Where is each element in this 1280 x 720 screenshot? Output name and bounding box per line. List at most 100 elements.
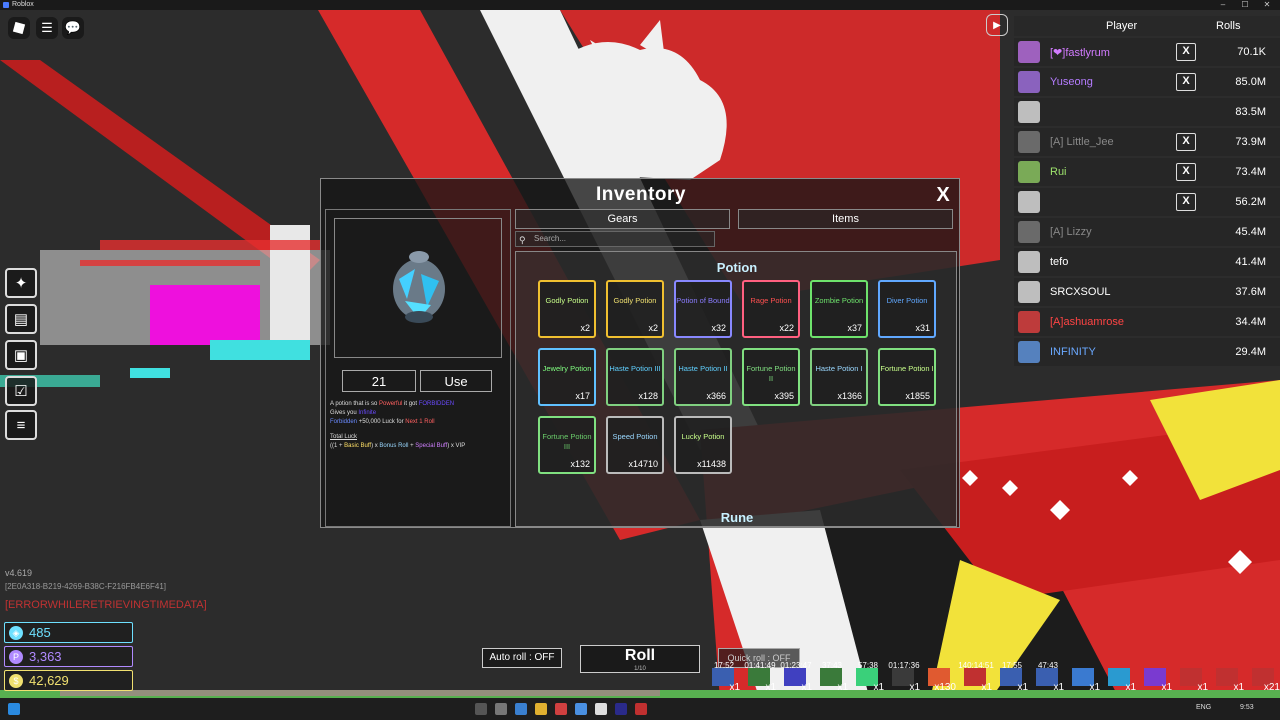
chat-button[interactable]: 💬	[62, 17, 84, 39]
buff-slot[interactable]: x1	[1210, 660, 1246, 694]
buff-multiplier: x1	[981, 682, 992, 693]
leaderboard-row[interactable]: [A] Lizzy 45.4M	[1014, 218, 1280, 246]
buff-slot[interactable]: 17:55 x1	[994, 660, 1030, 694]
potion-slot[interactable]: Haste Potion I x1366	[810, 348, 868, 406]
potion-slot[interactable]: Godly Potion x2	[538, 280, 596, 338]
buff-slot[interactable]: 01:41:49 x1	[742, 660, 778, 694]
leaderboard-row[interactable]: X 56.2M	[1014, 188, 1280, 216]
store-icon[interactable]	[575, 703, 587, 715]
quantity-input[interactable]: 21	[342, 370, 416, 392]
potion-slot[interactable]: Diver Potion x31	[878, 280, 936, 338]
currency-value: 485	[29, 625, 51, 640]
leaderboard-row[interactable]: tefo 41.4M	[1014, 248, 1280, 276]
buff-slot[interactable]: x130	[922, 660, 958, 694]
player-name: [A] Lizzy	[1050, 226, 1092, 238]
item-detail-panel: 21 Use A potion that is so Powerful it g…	[325, 209, 511, 527]
buff-timer: 47:43	[1037, 661, 1059, 670]
player-name: SRCXSOUL	[1050, 286, 1111, 298]
quests-button[interactable]: ☑	[5, 376, 37, 406]
potion-slot[interactable]: Haste Potion II x366	[674, 348, 732, 406]
potion-slot[interactable]: Zombie Potion x37	[810, 280, 868, 338]
app-taskbar-icon[interactable]	[615, 703, 627, 715]
potion-slot[interactable]: Rage Potion x22	[742, 280, 800, 338]
buff-timer: 17:52	[713, 661, 735, 670]
maximize-button[interactable]: ☐	[1234, 0, 1256, 10]
buff-slot[interactable]: x1	[1174, 660, 1210, 694]
leaderboard-row[interactable]: INFINITY 29.4M	[1014, 338, 1280, 366]
buff-slot[interactable]: 37:43 x1	[814, 660, 850, 694]
potion-slot[interactable]: Fortune Potion II x395	[742, 348, 800, 406]
search-input[interactable]: ⚲ Search...	[515, 231, 715, 247]
task-view-icon[interactable]	[495, 703, 507, 715]
buff-slot[interactable]: 57:38 x1	[850, 660, 886, 694]
search-taskbar-icon[interactable]	[475, 703, 487, 715]
buff-slot[interactable]: x21	[1246, 660, 1280, 694]
toggle-leaderboard-button[interactable]: ▶	[986, 14, 1008, 36]
leaderboard-row[interactable]: SRCXSOUL 37.6M	[1014, 278, 1280, 306]
record-taskbar-icon[interactable]	[635, 703, 647, 715]
buff-slot[interactable]: x1	[1138, 660, 1174, 694]
edge-icon[interactable]	[515, 703, 527, 715]
roll-counter: 1/10	[634, 666, 646, 672]
potion-slot[interactable]: Potion of Bound x32	[674, 280, 732, 338]
auto-roll-button[interactable]: Auto roll : OFF	[482, 648, 562, 668]
close-window-button[interactable]: ✕	[1256, 0, 1278, 10]
buff-slot[interactable]: 140:14:51 x1	[958, 660, 994, 694]
leaderboard-row[interactable]: [❤]fastlyrum X 70.1K	[1014, 38, 1280, 66]
minimize-button[interactable]: –	[1212, 0, 1234, 10]
potion-slot[interactable]: Speed Potion x14710	[606, 416, 664, 474]
potion-name: Lucky Potion	[681, 432, 725, 441]
inventory-list-panel: Gears Items ⚲ Search... Potion Godly Pot…	[515, 209, 957, 527]
buff-timer: 01:41:49	[744, 661, 776, 670]
potion-slot[interactable]: Fortune Potion III x132	[538, 416, 596, 474]
potion-slot[interactable]: Lucky Potion x11438	[674, 416, 732, 474]
potion-slot[interactable]: Godly Potion x2	[606, 280, 664, 338]
potion-slot[interactable]: Haste Potion III x128	[606, 348, 664, 406]
player-avatar-icon	[1018, 341, 1040, 363]
checklist-icon: ☑	[14, 383, 28, 400]
potion-slot[interactable]: Fortune Potion I x1855	[878, 348, 936, 406]
player-avatar-icon	[1018, 221, 1040, 243]
shop-button[interactable]: ▣	[5, 340, 37, 370]
leaderboard-row[interactable]: Yuseong X 85.0M	[1014, 68, 1280, 96]
windows-start-icon[interactable]	[8, 703, 20, 715]
rune-section-title: Rune	[720, 510, 754, 525]
use-button[interactable]: Use	[420, 370, 492, 392]
aura-button[interactable]: ✦	[5, 268, 37, 298]
language-indicator[interactable]: ENG	[1196, 704, 1211, 711]
buff-slot[interactable]: x1	[1066, 660, 1102, 694]
inventory-list-button[interactable]: ≡	[5, 410, 37, 440]
leaderboard-row[interactable]: Rui X 73.4M	[1014, 158, 1280, 186]
potion-name: Zombie Potion	[814, 296, 864, 305]
player-rolls: 56.2M	[1235, 196, 1266, 208]
buff-slot[interactable]: 17:52 x1	[706, 660, 742, 694]
inventory-close-button[interactable]: X	[931, 183, 955, 207]
leaderboard-row[interactable]: [A] Little_Jee X 73.9M	[1014, 128, 1280, 156]
roblox-menu-button[interactable]	[8, 17, 30, 39]
leaderboard-row[interactable]: [A]ashuamrose 34.4M	[1014, 308, 1280, 336]
leaderboard-row[interactable]: 83.5M	[1014, 98, 1280, 126]
formula-bonus: Bonus Roll	[379, 443, 409, 449]
clock[interactable]: 9:53	[1240, 704, 1254, 711]
potion-slot[interactable]: Jewelry Potion x17	[538, 348, 596, 406]
collection-button[interactable]: ▤	[5, 304, 37, 334]
roblox-taskbar-icon[interactable]	[595, 703, 607, 715]
player-rolls: 45.4M	[1235, 226, 1266, 238]
buff-slot[interactable]: 47:43 x1	[1030, 660, 1066, 694]
window-titlebar: Roblox – ☐ ✕	[0, 0, 1280, 10]
tab-items[interactable]: Items	[738, 209, 953, 229]
buff-slot[interactable]: 01:23:47 x1	[778, 660, 814, 694]
player-avatar-icon	[1018, 311, 1040, 333]
potion-name: Fortune Potion II	[746, 364, 796, 383]
buff-timer: 140:14:51	[958, 661, 994, 670]
explorer-icon[interactable]	[535, 703, 547, 715]
roll-button[interactable]: Roll 1/10	[580, 645, 700, 673]
buff-slot[interactable]: x1	[1102, 660, 1138, 694]
roblox-logo-icon	[12, 21, 26, 35]
chrome-icon[interactable]	[555, 703, 567, 715]
hamburger-menu-button[interactable]: ☰	[36, 17, 58, 39]
tab-gears[interactable]: Gears	[515, 209, 730, 229]
windows-taskbar: ENG 9:53	[0, 698, 1280, 720]
buff-multiplier: x1	[801, 682, 812, 693]
buff-slot[interactable]: 01:17:36 x1	[886, 660, 922, 694]
